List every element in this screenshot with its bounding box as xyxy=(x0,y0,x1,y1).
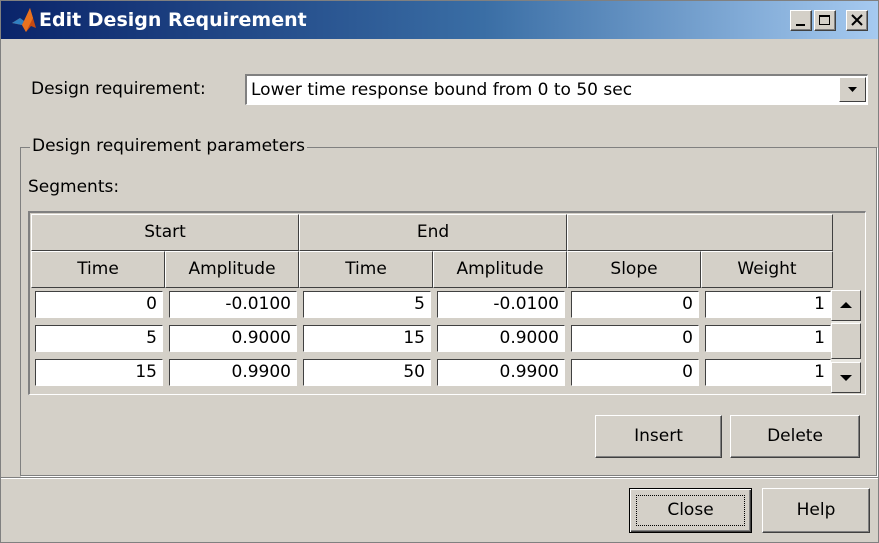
table-cell[interactable]: -0.0100 xyxy=(437,291,565,318)
scroll-thumb[interactable] xyxy=(831,323,861,359)
table-cell[interactable]: 1 xyxy=(705,291,831,318)
table-cell[interactable]: 15 xyxy=(35,359,163,386)
scroll-up-button[interactable] xyxy=(831,290,861,321)
table-cell[interactable]: 0 xyxy=(35,291,163,318)
parameters-group-title: Design requirement parameters xyxy=(30,136,308,156)
table-cell[interactable]: 0 xyxy=(571,325,699,352)
close-button[interactable]: Close xyxy=(629,488,752,533)
table-scrollbar[interactable] xyxy=(831,290,861,393)
focus-indicator xyxy=(636,495,745,526)
column-header-slope[interactable]: Slope xyxy=(567,251,701,288)
column-header-end-time[interactable]: Time xyxy=(299,251,433,288)
column-header-end-amplitude[interactable]: Amplitude xyxy=(433,251,567,288)
table-cell[interactable]: 50 xyxy=(303,359,431,386)
matlab-icon xyxy=(11,6,37,34)
delete-button[interactable]: Delete xyxy=(730,415,860,458)
title-bar[interactable]: Edit Design Requirement xyxy=(1,1,878,39)
table-cell[interactable]: 1 xyxy=(705,325,831,352)
table-cell[interactable]: 0 xyxy=(571,359,699,386)
chevron-down-icon xyxy=(848,87,857,92)
table-cell[interactable]: 5 xyxy=(303,291,431,318)
footer-separator xyxy=(1,477,878,479)
column-header-start-amplitude[interactable]: Amplitude xyxy=(165,251,299,288)
minimize-button[interactable] xyxy=(790,10,812,31)
segments-label: Segments: xyxy=(28,177,120,197)
table-cell[interactable]: 15 xyxy=(303,325,431,352)
edit-design-requirement-dialog: Edit Design Requirement Design requireme… xyxy=(0,0,879,543)
column-header-start-time[interactable]: Time xyxy=(31,251,165,288)
dropdown-arrow-button[interactable] xyxy=(839,77,866,102)
minimize-icon xyxy=(796,24,805,26)
insert-button[interactable]: Insert xyxy=(595,415,722,458)
table-cell[interactable]: -0.0100 xyxy=(169,291,297,318)
header-start[interactable]: Start xyxy=(31,214,299,251)
chevron-down-icon xyxy=(840,375,852,381)
maximize-button[interactable] xyxy=(814,10,836,31)
scroll-down-button[interactable] xyxy=(831,362,861,393)
table-cell[interactable]: 0.9900 xyxy=(437,359,565,386)
header-end[interactable]: End xyxy=(299,214,567,251)
close-window-button[interactable] xyxy=(846,10,868,31)
maximize-icon xyxy=(819,15,830,25)
table-cell[interactable]: 5 xyxy=(35,325,163,352)
table-cell[interactable]: 0 xyxy=(571,291,699,318)
design-requirement-label: Design requirement: xyxy=(31,79,206,99)
design-requirement-select[interactable]: Lower time response bound from 0 to 50 s… xyxy=(245,74,868,105)
header-blank[interactable] xyxy=(567,214,833,251)
column-header-weight[interactable]: Weight xyxy=(701,251,833,288)
chevron-up-icon xyxy=(840,302,852,308)
table-cell[interactable]: 0.9000 xyxy=(169,325,297,352)
close-icon xyxy=(851,14,863,26)
design-requirement-value: Lower time response bound from 0 to 50 s… xyxy=(251,80,633,100)
window-title: Edit Design Requirement xyxy=(39,9,307,31)
table-cell[interactable]: 1 xyxy=(705,359,831,386)
table-cell[interactable]: 0.9000 xyxy=(437,325,565,352)
table-cell[interactable]: 0.9900 xyxy=(169,359,297,386)
help-button[interactable]: Help xyxy=(762,488,870,533)
segments-table: Start End Time Amplitude Time Amplitude … xyxy=(28,211,866,395)
